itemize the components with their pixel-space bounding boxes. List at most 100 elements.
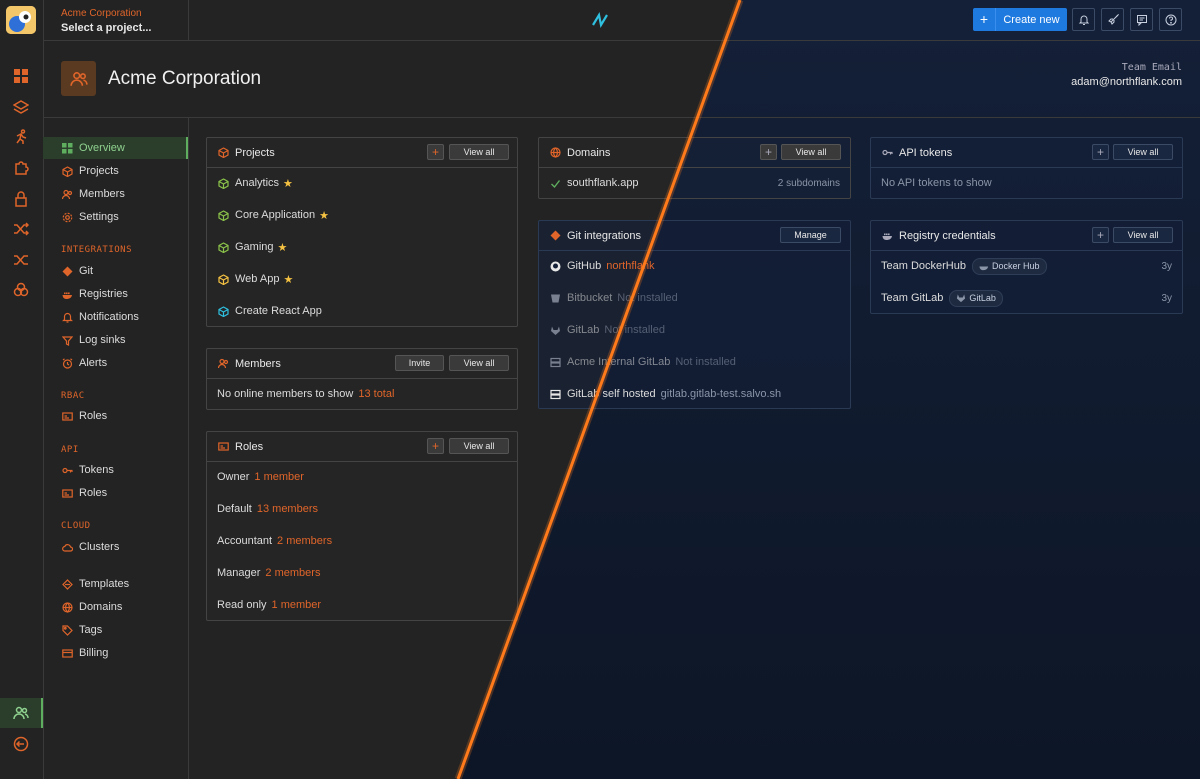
registry-view-all-button[interactable]: View all [1113,227,1173,243]
git-integrations-card: Git integrations Manage GitHub northflan… [538,220,851,409]
sidebar-item-alerts[interactable]: Alerts [43,352,188,374]
star-icon: ★ [319,209,329,222]
team-avatar-logo[interactable] [6,6,36,34]
role-item[interactable]: Read only 1 member [217,595,507,615]
shuffle-icon[interactable] [12,220,30,238]
project-item[interactable]: Create React App [217,301,507,321]
projects-card-title: Projects [235,146,275,159]
feedback-chat-icon[interactable] [1130,8,1153,31]
northflank-logo-icon[interactable] [590,10,610,30]
running-figure-icon[interactable] [12,128,30,146]
api-tokens-view-all-button[interactable]: View all [1113,144,1173,160]
project-item[interactable]: Gaming ★ [217,237,507,257]
git-provider-status: Not installed [617,292,678,304]
templates-icon [61,578,73,590]
dashboard-icon[interactable] [12,67,30,85]
key-icon [61,464,73,476]
logout-icon[interactable] [12,735,30,753]
roles-view-all-button[interactable]: View all [449,438,509,454]
add-api-token-button[interactable]: + [1092,144,1109,160]
role-name: Accountant [217,535,273,547]
invite-button[interactable]: Invite [395,355,444,371]
git-item-github[interactable]: GitHub northflank [549,256,840,276]
sidebar-item-api-roles[interactable]: Roles [43,482,188,504]
globe-icon [549,147,561,159]
sidebar-item-rbac-roles[interactable]: Roles [43,405,188,427]
sidebar-item-overview[interactable]: Overview [43,137,188,159]
project-name: Analytics [235,177,280,189]
registry-type-chip: GitLab [949,289,1003,307]
api-tokens-card: API tokens + View all No API tokens to s… [870,137,1183,199]
sidebar-nav: Overview Projects Members Settings INTEG… [43,118,189,779]
role-item[interactable]: Owner 1 member [217,467,507,487]
domain-item[interactable]: southflank.app 2 subdomains [549,173,840,193]
role-item[interactable]: Accountant 2 members [217,531,507,551]
shuffle-v2-icon[interactable] [12,251,30,269]
cube-icon [61,165,73,177]
git-item-bitbucket[interactable]: Bitbucket Not installed [549,288,840,308]
sidebar-item-git[interactable]: Git [43,260,188,282]
add-registry-button[interactable]: + [1092,227,1109,243]
sidebar-item-clusters[interactable]: Clusters [43,536,188,558]
sidebar-item-templates[interactable]: Templates [43,573,188,595]
sidebar-item-domains[interactable]: Domains [43,596,188,618]
git-item-gitlab[interactable]: GitLab Not installed [549,320,840,340]
members-view-all-button[interactable]: View all [449,355,509,371]
git-item-acme-internal-gitlab[interactable]: Acme Internal GitLab Not installed [549,352,840,372]
registry-item[interactable]: Team DockerHub Docker Hub 3y [881,256,1172,276]
layers-icon[interactable] [12,98,30,116]
cube-icon [217,147,229,159]
sidebar-item-projects[interactable]: Projects [43,160,188,182]
check-icon [549,177,561,189]
server-icon [549,356,561,368]
registry-item[interactable]: Team GitLab GitLab 3y [881,288,1172,308]
role-item[interactable]: Manager 2 members [217,563,507,583]
lock-icon[interactable] [12,190,30,208]
add-domain-button[interactable]: + [760,144,777,160]
project-item[interactable]: Web App ★ [217,269,507,289]
help-icon[interactable] [1159,8,1182,31]
notifications-bell-icon[interactable] [1072,8,1095,31]
projects-view-all-button[interactable]: View all [449,144,509,160]
puzzle-icon[interactable] [12,159,30,177]
sidebar-item-billing[interactable]: Billing [43,642,188,664]
git-icon [549,230,561,242]
star-icon: ★ [283,177,293,190]
members-total-link[interactable]: 13 total [358,388,394,400]
git-provider-status: gitlab.gitlab-test.salvo.sh [660,388,782,400]
section-title-integrations: INTEGRATIONS [61,245,133,255]
manage-git-button[interactable]: Manage [780,227,841,243]
git-provider-status: Not installed [675,356,736,368]
plus-icon: + [973,8,996,31]
project-select[interactable]: Select a project... [61,22,188,34]
sidebar-item-tokens[interactable]: Tokens [43,459,188,481]
cube-icon [217,305,229,317]
domains-view-all-button[interactable]: View all [781,144,841,160]
project-item[interactable]: Analytics ★ [217,173,507,193]
create-new-button[interactable]: + Create new [973,8,1067,31]
sidebar-item-settings[interactable]: Settings [43,206,188,228]
add-role-button[interactable]: + [427,438,444,454]
server-icon [549,388,561,400]
project-name: Core Application [235,209,316,221]
sidebar-item-log-sinks[interactable]: Log sinks [43,329,188,351]
registry-age: 3y [1161,292,1172,304]
page-header: Acme Corporation Team Email adam@northfl… [43,41,1200,118]
sidebar-item-members[interactable]: Members [43,183,188,205]
project-item[interactable]: Core Application ★ [217,205,507,225]
context-selector[interactable]: Acme Corporation Select a project... [61,8,188,34]
sidebar-item-tags[interactable]: Tags [43,619,188,641]
rocket-icon[interactable] [1101,8,1124,31]
add-project-button[interactable]: + [427,144,444,160]
git-provider-name: Bitbucket [567,292,613,304]
addons-icon[interactable] [12,281,30,299]
members-card-header: Members Invite View all [207,349,517,379]
sidebar-item-notifications[interactable]: Notifications [43,306,188,328]
grid-icon [61,142,73,154]
git-item-gitlab-self-hosted[interactable]: GitLab self hosted gitlab.gitlab-test.sa… [549,384,840,404]
git-provider-name: GitHub [567,260,602,272]
sidebar-item-registries[interactable]: Registries [43,283,188,305]
team-icon[interactable] [12,704,30,722]
sidebar-item-label: Domains [79,601,123,613]
role-item[interactable]: Default 13 members [217,499,507,519]
